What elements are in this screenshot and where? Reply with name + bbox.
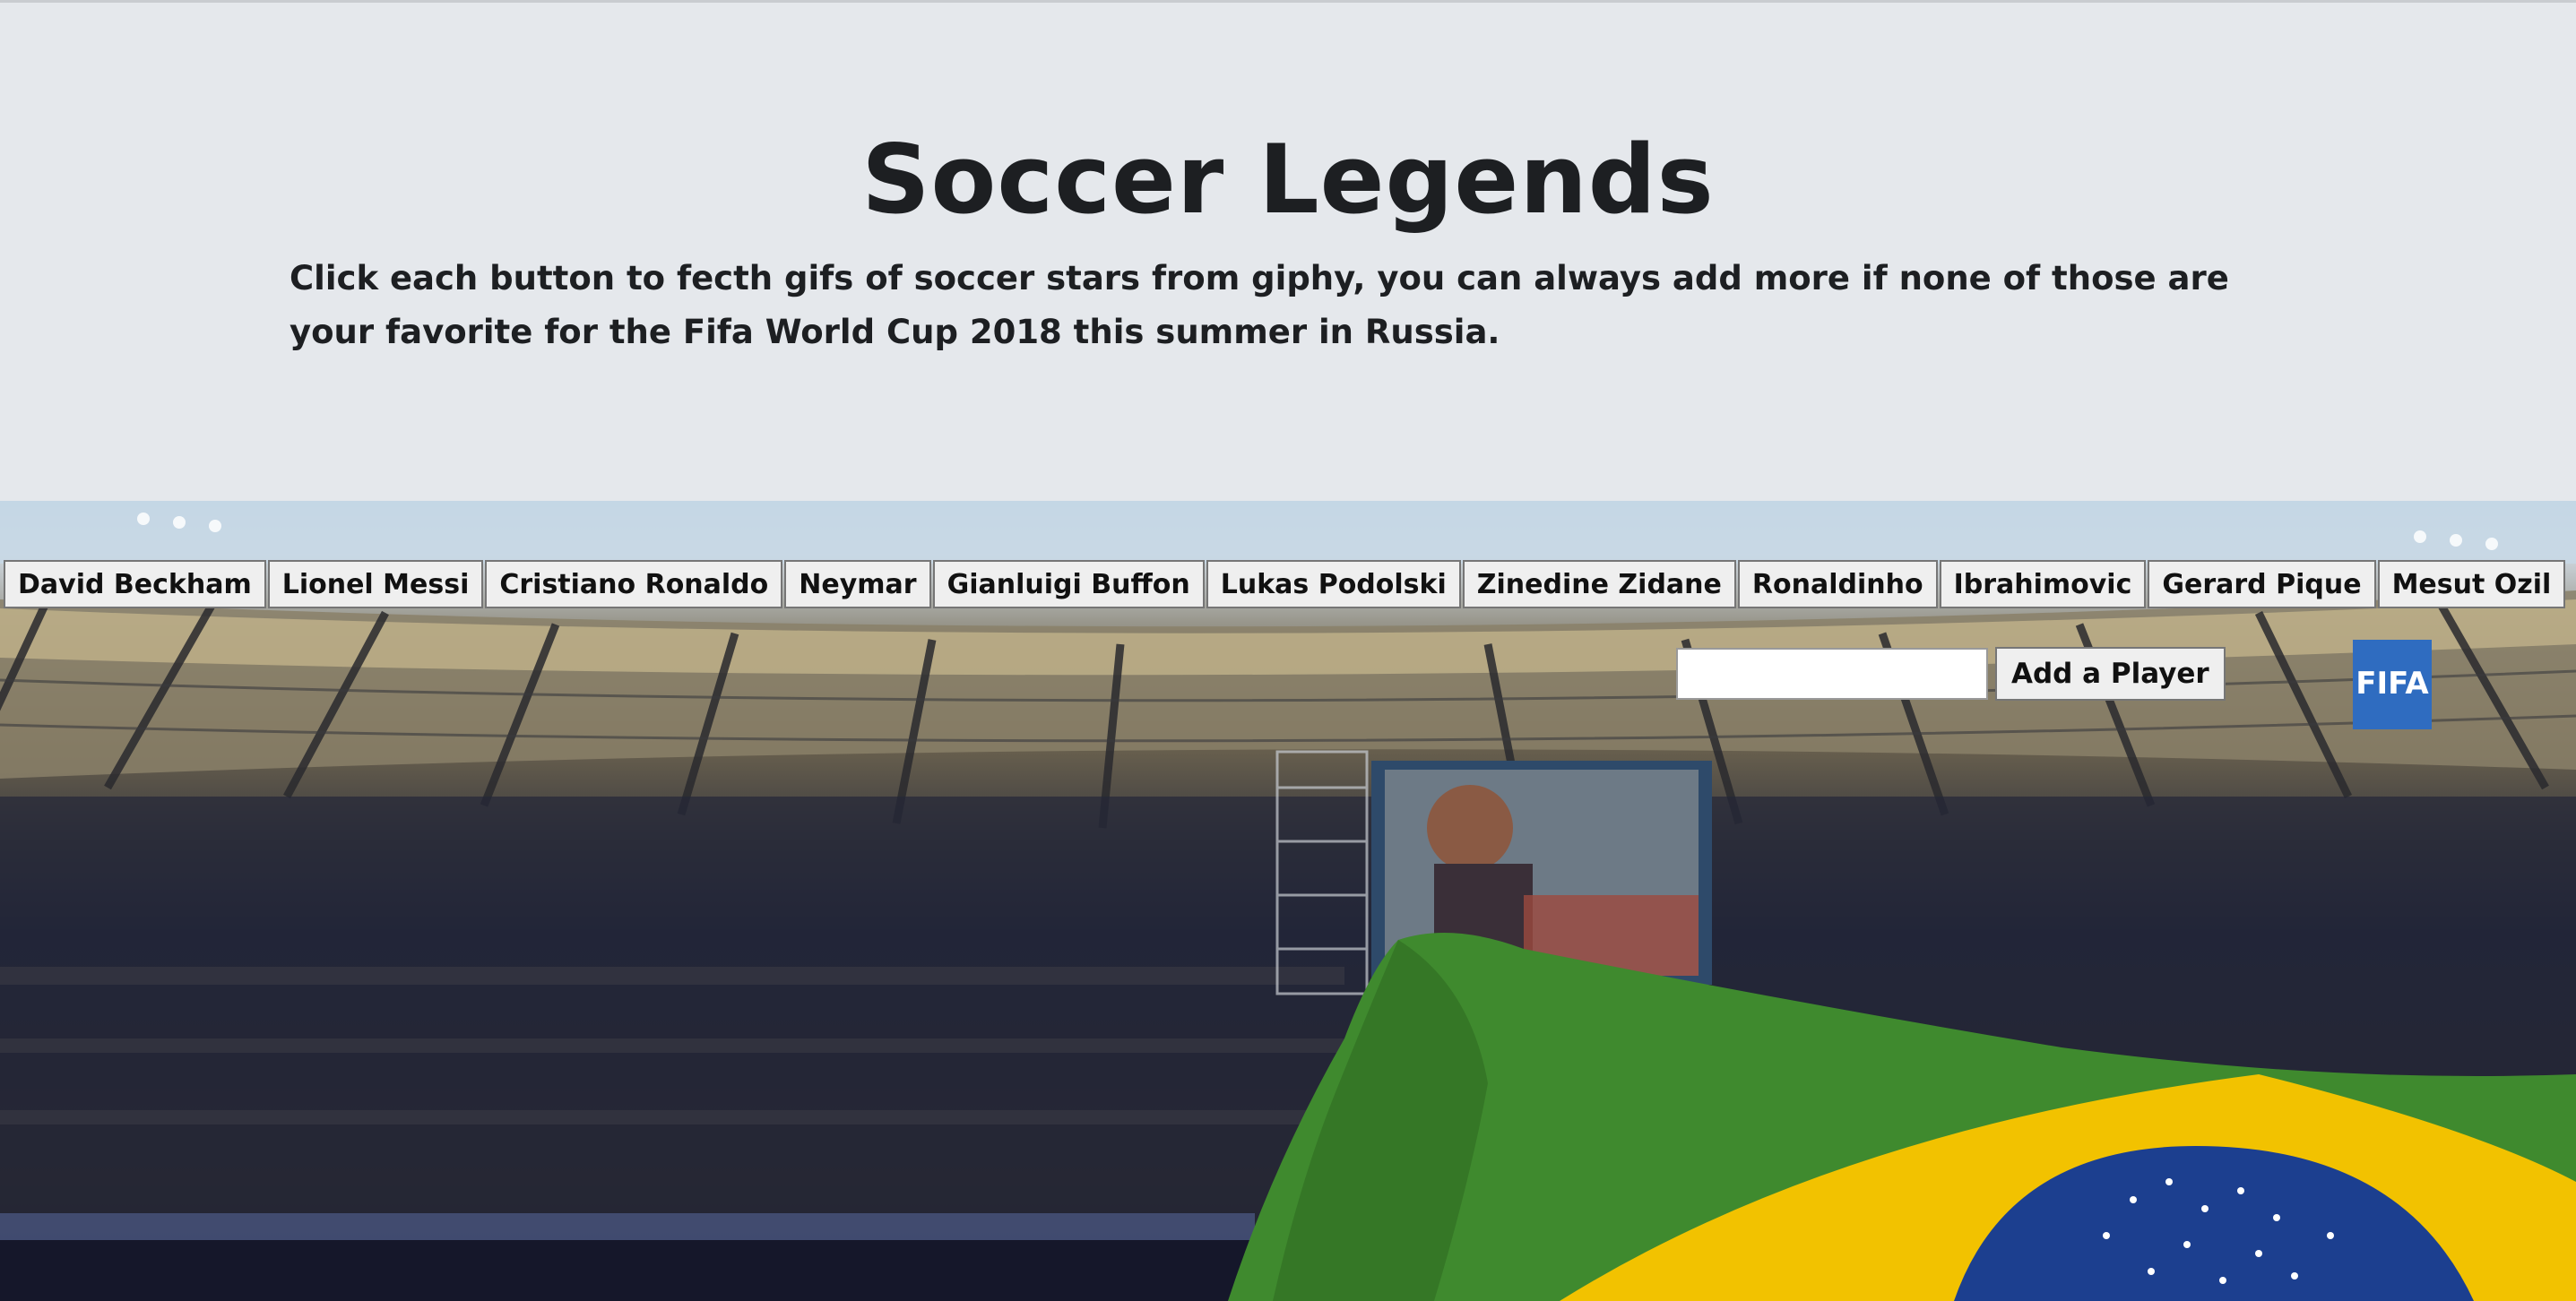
player-button-zinedine-zidane[interactable]: Zinedine Zidane	[1462, 560, 1736, 608]
player-button-group: David Beckham Lionel Messi Cristiano Ronal…	[4, 560, 2567, 608]
add-player-button[interactable]: Add a Player	[1995, 647, 2226, 701]
player-button-cristiano-ronaldo[interactable]: Cristiano Ronaldo	[485, 560, 783, 608]
player-name-input[interactable]	[1676, 648, 1988, 700]
fifa-banner-text: FIFA	[2356, 666, 2429, 702]
page-description: Click each button to fecth gifs of socce…	[290, 259, 2229, 351]
header-jumbotron: Soccer Legends Click each button to fect…	[0, 3, 2576, 501]
player-button-mesut-ozil[interactable]: Mesut Ozil	[2377, 560, 2566, 608]
stadium-illustration: FIFA	[0, 501, 2576, 1301]
page: Soccer Legends Click each button to fect…	[0, 0, 2576, 1301]
add-player-form: Add a Player	[1676, 647, 2226, 701]
page-title: Soccer Legends	[861, 125, 1715, 235]
player-button-david-beckham[interactable]: David Beckham	[4, 560, 266, 608]
player-button-lionel-messi[interactable]: Lionel Messi	[267, 560, 484, 608]
player-button-lukas-podolski[interactable]: Lukas Podolski	[1206, 560, 1461, 608]
player-button-gerard-pique[interactable]: Gerard Pique	[2148, 560, 2376, 608]
player-button-ronaldinho[interactable]: Ronaldinho	[1737, 560, 1938, 608]
player-button-ibrahimovic[interactable]: Ibrahimovic	[1939, 560, 2147, 608]
player-button-neymar[interactable]: Neymar	[784, 560, 931, 608]
stadium-background-image: FIFA	[0, 501, 2576, 1301]
player-button-gianluigi-buffon[interactable]: Gianluigi Buffon	[932, 560, 1205, 608]
